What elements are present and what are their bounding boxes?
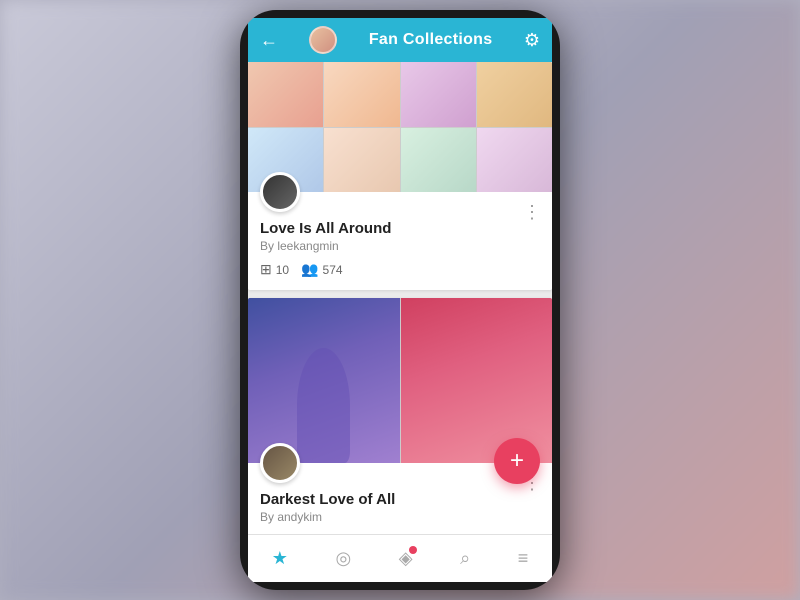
card2-image-grid[interactable] (248, 298, 552, 463)
card1-count: 10 (276, 263, 289, 277)
collections-icon: ◈ (399, 548, 413, 569)
card1-followers-stat: 👥 574 (301, 261, 342, 278)
card1-image-grid[interactable] (248, 62, 552, 192)
people-icon: 👥 (301, 261, 318, 278)
nav-item-home[interactable]: ★ (262, 544, 298, 573)
card1-img-6 (324, 128, 399, 193)
card1-img-2 (324, 62, 399, 127)
explore-icon: ◎ (335, 548, 351, 569)
card2-img-1 (248, 298, 400, 463)
card1-img-8 (477, 128, 552, 193)
search-icon: ⌕ (460, 548, 470, 569)
card2-count-stat: ⊞ 10 (260, 532, 289, 534)
menu-icon: ≡ (518, 548, 529, 569)
back-button[interactable]: ← (260, 30, 278, 51)
nav-item-menu[interactable]: ≡ (508, 544, 539, 573)
card1-menu-button[interactable]: ⋮ (523, 202, 542, 223)
card2-author: By andykim (260, 510, 540, 524)
card1-title: Love Is All Around (260, 220, 540, 237)
nav-item-search[interactable]: ⌕ (450, 544, 480, 573)
fab-button[interactable]: + (494, 438, 540, 484)
nav-item-explore[interactable]: ◎ (325, 544, 361, 573)
collection-card-2: ⋮ Darkest Love of All By andykim ⊞ 10 👥 … (248, 298, 552, 534)
star-icon: ★ (272, 548, 288, 569)
header-avatar[interactable] (309, 26, 337, 54)
people-icon-2: 👥 (301, 532, 318, 534)
scroll-content: ⋮ Love Is All Around By leekangmin ⊞ 10 … (248, 62, 552, 534)
phone-shell: ← Fan Collections ⚙ (240, 10, 560, 590)
card1-img-1 (248, 62, 323, 127)
card2-img-2 (401, 298, 553, 463)
card2-followers: 362 (323, 534, 343, 535)
card1-img-3 (401, 62, 476, 127)
filter-icon[interactable]: ⚙ (524, 30, 540, 51)
card1-author: By leekangmin (260, 239, 540, 253)
card1-img-4 (477, 62, 552, 127)
card1-body: ⋮ Love Is All Around By leekangmin ⊞ 10 … (248, 192, 552, 290)
page-title: Fan Collections (369, 31, 493, 49)
card1-followers: 574 (323, 263, 343, 277)
screen: ← Fan Collections ⚙ (248, 18, 552, 582)
card1-stats: ⊞ 10 👥 574 (260, 261, 540, 278)
grid-icon: ⊞ (260, 261, 272, 278)
card2-count: 10 (276, 534, 289, 535)
card1-img-7 (401, 128, 476, 193)
collection-card-1: ⋮ Love Is All Around By leekangmin ⊞ 10 … (248, 62, 552, 290)
card1-count-stat: ⊞ 10 (260, 261, 289, 278)
bottom-navigation: ★ ◎ ◈ ⌕ ≡ (248, 534, 552, 582)
header: ← Fan Collections ⚙ (248, 18, 552, 62)
card2-followers-stat: 👥 362 (301, 532, 342, 534)
card2-title: Darkest Love of All (260, 491, 540, 508)
nav-item-collections[interactable]: ◈ (389, 544, 423, 573)
card2-stats: ⊞ 10 👥 362 (260, 532, 540, 534)
grid-icon-2: ⊞ (260, 532, 272, 534)
